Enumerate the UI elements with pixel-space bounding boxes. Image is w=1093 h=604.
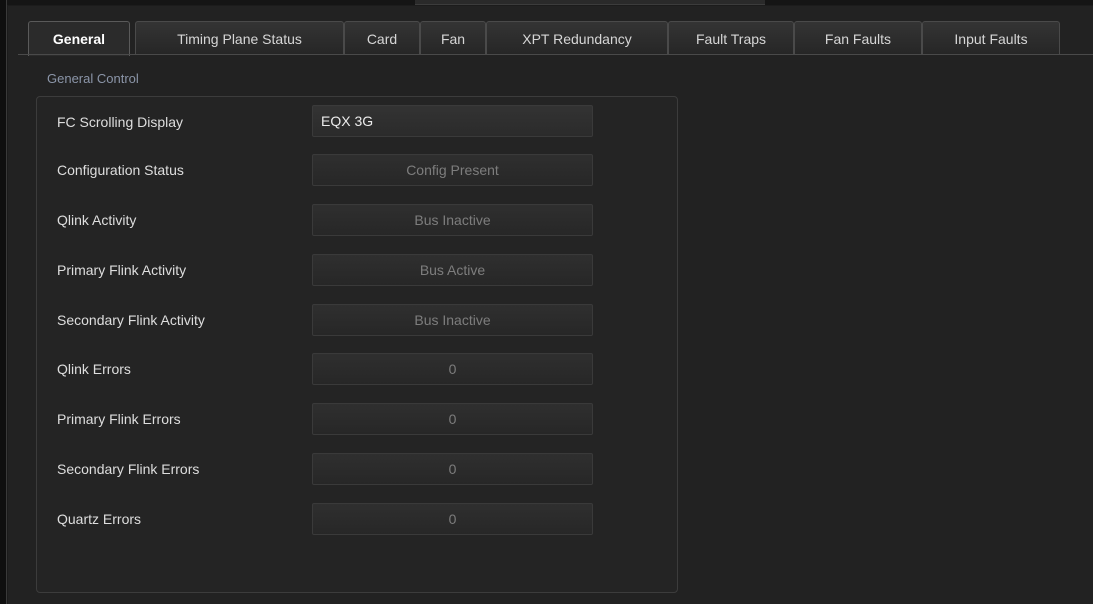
qlink-activity-value: Bus Inactive	[312, 204, 593, 236]
tab-bar: General Timing Plane Status Card Fan XPT…	[18, 21, 1093, 56]
primary-flink-activity-value: Bus Active	[312, 254, 593, 286]
tab-fan-faults[interactable]: Fan Faults	[794, 21, 922, 55]
configuration-status-label: Configuration Status	[57, 162, 184, 178]
primary-flink-errors-value: 0	[312, 403, 593, 435]
fc-scrolling-display-label: FC Scrolling Display	[57, 114, 184, 130]
tab-timing-plane-status[interactable]: Timing Plane Status	[135, 21, 344, 55]
qlink-errors-value: 0	[312, 353, 593, 385]
secondary-flink-activity-value: Bus Inactive	[312, 304, 593, 336]
primary-flink-errors-label: Primary Flink Errors	[57, 411, 181, 427]
tab-fan[interactable]: Fan	[420, 21, 486, 55]
tab-underline	[18, 54, 1093, 55]
tab-general[interactable]: General	[28, 21, 130, 56]
configuration-status-value: Config Present	[312, 154, 593, 186]
top-scroll-strip	[415, 0, 765, 5]
secondary-flink-activity-label: Secondary Flink Activity	[57, 312, 205, 328]
secondary-flink-errors-value: 0	[312, 453, 593, 485]
tab-input-faults[interactable]: Input Faults	[922, 21, 1060, 55]
section-title: General Control	[47, 71, 139, 86]
quartz-errors-label: Quartz Errors	[57, 511, 142, 527]
tab-card[interactable]: Card	[344, 21, 420, 55]
qlink-errors-label: Qlink Errors	[57, 361, 131, 377]
quartz-errors-value: 0	[312, 503, 593, 535]
tab-xpt-redundancy[interactable]: XPT Redundancy	[486, 21, 668, 55]
primary-flink-activity-label: Primary Flink Activity	[57, 262, 187, 278]
tab-fault-traps[interactable]: Fault Traps	[668, 21, 794, 55]
qlink-activity-label: Qlink Activity	[57, 212, 137, 228]
fc-scrolling-display-field[interactable]: EQX 3G	[312, 105, 593, 137]
window-frame-left	[0, 0, 7, 604]
secondary-flink-errors-label: Secondary Flink Errors	[57, 461, 200, 477]
